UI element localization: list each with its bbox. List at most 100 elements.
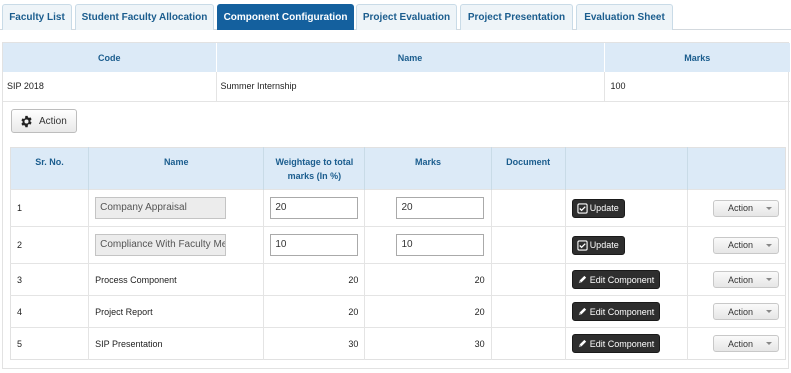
pencil-icon — [578, 275, 586, 284]
header-marks: Marks — [364, 147, 492, 190]
action-button-label: Action — [39, 115, 67, 127]
table-row: 1 Company Appraisal 20 20 Update Action — [10, 189, 786, 227]
row-weightage-cell: 10 — [263, 226, 366, 264]
row-marks: 20 — [364, 295, 492, 328]
edit-component-button[interactable]: Edit Component — [571, 270, 661, 289]
summary-row: SIP 2018 Summer Internship 100 — [3, 72, 790, 102]
marks-input[interactable]: 20 — [396, 197, 485, 219]
row-action-cell: Action — [687, 226, 786, 264]
table-row: 3 Process Component 20 20 Edit Component… — [10, 263, 786, 296]
row-sr-no: 3 — [10, 263, 90, 296]
table-row: 4 Project Report 20 20 Edit Component Ac… — [10, 295, 786, 328]
row-button-cell: Update — [565, 189, 688, 227]
row-marks-cell: 20 — [364, 189, 492, 227]
tab-student-faculty-allocation[interactable]: Student Faculty Allocation — [75, 4, 214, 30]
summary-table: Code Name Marks SIP 2018 Summer Internsh… — [3, 43, 790, 102]
edit-component-button[interactable]: Edit Component — [571, 334, 661, 353]
row-sr-no: 4 — [10, 295, 90, 328]
checkbox-icon — [577, 202, 588, 214]
update-button-label: Update — [589, 240, 619, 250]
row-name: Process Component — [88, 263, 265, 296]
row-action-dropdown[interactable]: Action — [713, 303, 779, 320]
tab-evaluation-sheet[interactable]: Evaluation Sheet — [576, 4, 673, 30]
row-action-cell: Action — [687, 295, 786, 328]
gear-icon — [20, 115, 33, 128]
row-action-label: Action — [728, 338, 754, 349]
row-name-cell: Company Appraisal — [88, 189, 265, 227]
row-action-dropdown[interactable]: Action — [713, 236, 779, 254]
tab-bar: Faculty List Student Faculty Allocation … — [0, 0, 791, 30]
summary-header-marks: Marks — [604, 43, 790, 72]
row-action-dropdown[interactable]: Action — [713, 199, 779, 217]
pencil-icon — [578, 339, 586, 348]
summary-marks: 100 — [604, 72, 790, 102]
edit-component-label: Edit Component — [589, 274, 655, 285]
pencil-icon — [578, 307, 586, 316]
header-document: Document — [491, 147, 566, 190]
row-document-cell — [491, 263, 566, 296]
row-name: Project Report — [88, 295, 265, 328]
row-weightage: 20 — [263, 295, 366, 328]
header-button-column — [565, 147, 688, 190]
tab-component-configuration[interactable]: Component Configuration — [217, 4, 354, 30]
caret-down-icon — [766, 206, 772, 210]
action-button[interactable]: Action — [11, 109, 77, 133]
caret-down-icon — [766, 342, 772, 345]
components-header-row: Sr. No. Name Weightage to total marks (I… — [10, 147, 786, 190]
caret-down-icon — [766, 310, 772, 313]
row-marks-cell: 10 — [364, 226, 492, 264]
header-weightage: Weightage to total marks (In %) — [263, 147, 366, 190]
checkbox-icon — [577, 239, 588, 251]
row-marks: 30 — [364, 327, 492, 360]
row-weightage: 20 — [263, 263, 366, 296]
weightage-input[interactable]: 20 — [270, 197, 359, 219]
row-marks: 20 — [364, 263, 492, 296]
update-button-label: Update — [589, 203, 619, 213]
row-action-label: Action — [728, 274, 754, 285]
update-button[interactable]: Update — [571, 235, 625, 255]
row-sr-no: 2 — [10, 226, 90, 264]
component-name-input[interactable]: Company Appraisal — [95, 197, 227, 219]
row-document-cell — [491, 295, 566, 328]
edit-component-label: Edit Component — [589, 338, 655, 349]
row-name: SIP Presentation — [88, 327, 265, 360]
summary-header-name: Name — [216, 43, 605, 72]
header-sr-no: Sr. No. — [10, 147, 90, 190]
row-weightage: 30 — [263, 327, 366, 360]
row-sr-no: 5 — [10, 327, 90, 360]
summary-header-row: Code Name Marks — [3, 43, 790, 72]
tab-faculty-list[interactable]: Faculty List — [2, 4, 72, 30]
row-action-label: Action — [728, 306, 754, 317]
marks-input[interactable]: 10 — [396, 234, 485, 256]
row-action-cell: Action — [687, 327, 786, 360]
row-document-cell — [491, 189, 566, 227]
summary-code: SIP 2018 — [3, 72, 217, 102]
row-weightage-cell: 20 — [263, 189, 366, 227]
header-name: Name — [88, 147, 265, 190]
component-name-input[interactable]: Compliance With Faculty Me — [95, 234, 227, 256]
row-document-cell — [491, 226, 566, 264]
caret-down-icon — [766, 278, 772, 281]
row-action-cell: Action — [687, 189, 786, 227]
row-name-cell: Compliance With Faculty Me — [88, 226, 265, 264]
tab-project-presentation[interactable]: Project Presentation — [460, 4, 573, 30]
table-row: 2 Compliance With Faculty Me 10 10 Updat… — [10, 226, 786, 264]
summary-header-code: Code — [3, 43, 217, 72]
summary-name: Summer Internship — [216, 72, 605, 102]
table-row: 5 SIP Presentation 30 30 Edit Component … — [10, 327, 786, 360]
weightage-input[interactable]: 10 — [270, 234, 359, 256]
row-action-label: Action — [728, 203, 754, 213]
row-button-cell: Edit Component — [565, 263, 688, 296]
edit-component-label: Edit Component — [589, 306, 655, 317]
header-action-column — [687, 147, 786, 190]
row-sr-no: 1 — [10, 189, 90, 227]
row-button-cell: Edit Component — [565, 327, 688, 360]
edit-component-button[interactable]: Edit Component — [571, 302, 661, 321]
tab-project-evaluation[interactable]: Project Evaluation — [356, 4, 457, 30]
row-action-dropdown[interactable]: Action — [713, 271, 779, 288]
update-button[interactable]: Update — [571, 198, 625, 218]
component-configuration-panel: Code Name Marks SIP 2018 Summer Internsh… — [2, 42, 790, 369]
components-table: Sr. No. Name Weightage to total marks (I… — [10, 147, 786, 360]
row-action-dropdown[interactable]: Action — [713, 335, 779, 352]
row-action-label: Action — [728, 240, 754, 250]
